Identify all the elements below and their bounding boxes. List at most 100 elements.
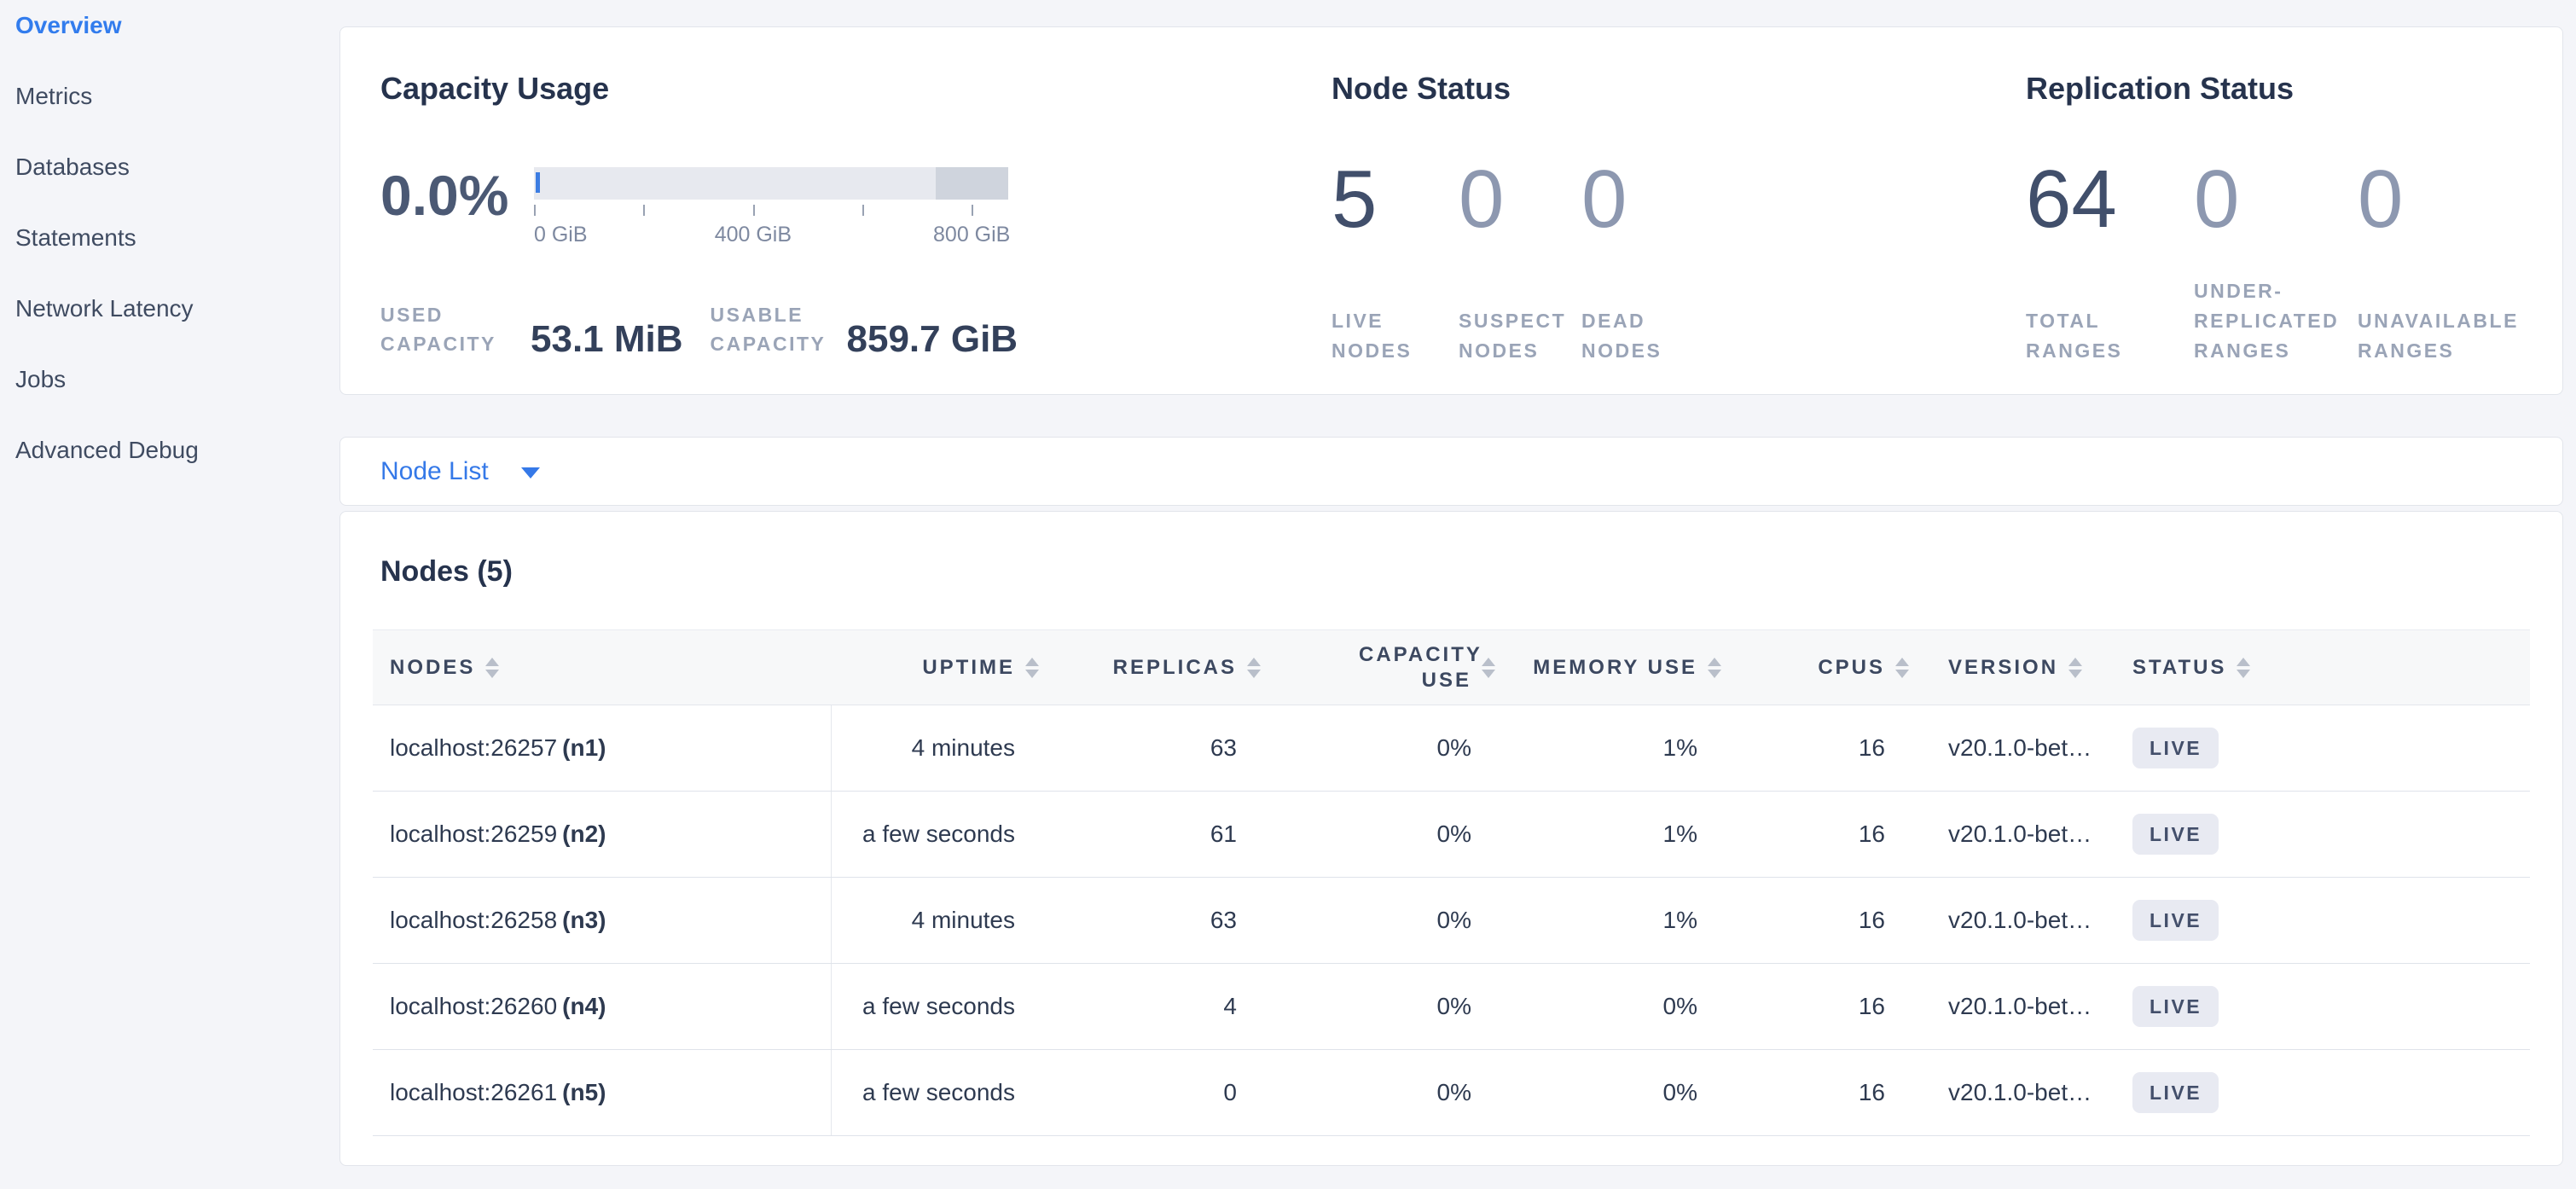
version-cell: v20.1.0-bet… bbox=[1919, 964, 2107, 1050]
unavailable-ranges-label: UNAVAILABLE RANGES bbox=[2358, 306, 2528, 368]
table-row-node-3[interactable]: localhost:26258(n3) 4 minutes 63 0% 1% 1… bbox=[373, 878, 2530, 964]
node-address-cell[interactable]: localhost:26260(n4) bbox=[373, 964, 831, 1050]
spacer-cell bbox=[2269, 878, 2530, 964]
node-list-selector-card: Node List bbox=[339, 437, 2563, 506]
capacity-use-cell: 0% bbox=[1271, 792, 1506, 878]
sidebar-item-jobs[interactable]: Jobs bbox=[15, 366, 339, 393]
capacity-use-cell: 0% bbox=[1271, 705, 1506, 792]
replication-status-title: Replication Status bbox=[2026, 70, 2528, 107]
node-address-cell[interactable]: localhost:26258(n3) bbox=[373, 878, 831, 964]
node-address-cell[interactable]: localhost:26259(n2) bbox=[373, 792, 831, 878]
spacer-cell bbox=[2269, 792, 2530, 878]
node-list-dropdown-label: Node List bbox=[380, 457, 489, 486]
sidebar-item-databases[interactable]: Databases bbox=[15, 154, 339, 181]
spacer-cell bbox=[2269, 964, 2530, 1050]
sort-arrows-icon bbox=[485, 658, 499, 678]
column-header-version[interactable]: VERSION bbox=[1919, 630, 2107, 705]
node-address: localhost:26260 bbox=[390, 993, 557, 1019]
usable-capacity-label: USABLE CAPACITY bbox=[711, 300, 832, 358]
nodes-section-title: Nodes (5) bbox=[373, 553, 2530, 590]
capacity-usage-title: Capacity Usage bbox=[380, 70, 1332, 107]
used-capacity-value: 53.1 MiB bbox=[531, 321, 683, 358]
used-capacity-label: USED CAPACITY bbox=[380, 300, 502, 358]
column-header-cpus[interactable]: CPUS bbox=[1732, 630, 1919, 705]
caret-down-icon bbox=[521, 467, 540, 478]
sidebar-item-statements[interactable]: Statements bbox=[15, 224, 339, 252]
live-nodes-stat: 5 LIVE NODES bbox=[1332, 159, 1459, 368]
column-header-replicas[interactable]: REPLICAS bbox=[1049, 630, 1271, 705]
suspect-nodes-label: SUSPECT NODES bbox=[1459, 306, 1581, 368]
version-cell: v20.1.0-bet… bbox=[1919, 1050, 2107, 1136]
memory-use-cell: 0% bbox=[1506, 964, 1732, 1050]
capacity-usage-section: Capacity Usage 0.0% 0 GiB 40 bbox=[380, 70, 1332, 394]
column-header-memory-use[interactable]: MEMORY USE bbox=[1506, 630, 1732, 705]
table-row-node-2[interactable]: localhost:26259(n2) a few seconds 61 0% … bbox=[373, 792, 2530, 878]
spacer-cell bbox=[2269, 705, 2530, 792]
column-label: MEMORY USE bbox=[1533, 656, 1697, 680]
memory-use-cell: 1% bbox=[1506, 792, 1732, 878]
capacity-stats: USED CAPACITY 53.1 MiB USABLE CAPACITY 8… bbox=[380, 300, 1332, 358]
total-ranges-label: TOTAL RANGES bbox=[2026, 306, 2194, 368]
column-label: VERSION bbox=[1948, 656, 2058, 680]
node-list-dropdown[interactable]: Node List bbox=[380, 457, 540, 486]
column-header-status[interactable]: STATUS bbox=[2107, 630, 2269, 705]
table-row-node-5[interactable]: localhost:26261(n5) a few seconds 0 0% 0… bbox=[373, 1050, 2530, 1136]
column-label: CAPACITY USE bbox=[1359, 642, 1471, 693]
axis-tick bbox=[534, 205, 536, 216]
column-header-nodes[interactable]: NODES bbox=[373, 630, 831, 705]
node-status-section: Node Status 5 LIVE NODES 0 SUSPECT NODES… bbox=[1332, 70, 2026, 394]
replicas-cell: 4 bbox=[1049, 964, 1271, 1050]
sidebar-item-advanced-debug[interactable]: Advanced Debug bbox=[15, 437, 339, 464]
node-address-cell[interactable]: localhost:26257(n1) bbox=[373, 705, 831, 792]
sidebar-item-metrics[interactable]: Metrics bbox=[15, 83, 339, 110]
status-cell: LIVE bbox=[2107, 705, 2269, 792]
uptime-cell: 4 minutes bbox=[831, 878, 1049, 964]
uptime-cell: a few seconds bbox=[831, 792, 1049, 878]
capacity-percent: 0.0% bbox=[380, 167, 534, 247]
column-label: NODES bbox=[390, 656, 475, 680]
table-row-node-1[interactable]: localhost:26257(n1) 4 minutes 63 0% 1% 1… bbox=[373, 705, 2530, 792]
version-cell: v20.1.0-bet… bbox=[1919, 705, 2107, 792]
column-label: UPTIME bbox=[922, 656, 1015, 680]
status-badge: LIVE bbox=[2132, 728, 2219, 768]
sidebar-nav-list: Overview Metrics Databases Statements Ne… bbox=[15, 12, 339, 464]
column-header-capacity-use[interactable]: CAPACITY USE bbox=[1271, 630, 1506, 705]
cpus-cell: 16 bbox=[1732, 964, 1919, 1050]
node-address: localhost:26259 bbox=[390, 821, 557, 847]
capacity-bar-reserved-segment bbox=[936, 167, 1008, 200]
column-label: STATUS bbox=[2132, 656, 2226, 680]
cpus-cell: 16 bbox=[1732, 878, 1919, 964]
total-ranges-value: 64 bbox=[2026, 159, 2194, 241]
capacity-bar-used-marker bbox=[536, 172, 540, 193]
sidebar-item-network-latency[interactable]: Network Latency bbox=[15, 295, 339, 322]
axis-tick bbox=[753, 205, 755, 216]
axis-label-400: 400 GiB bbox=[715, 223, 792, 247]
memory-use-cell: 1% bbox=[1506, 705, 1732, 792]
usable-capacity-stat: USABLE CAPACITY 859.7 GiB bbox=[711, 300, 1018, 358]
table-row-node-4[interactable]: localhost:26260(n4) a few seconds 4 0% 0… bbox=[373, 964, 2530, 1050]
sidebar-item-overview[interactable]: Overview bbox=[15, 12, 339, 39]
spacer-cell bbox=[2269, 1050, 2530, 1136]
node-address-cell[interactable]: localhost:26261(n5) bbox=[373, 1050, 831, 1136]
capacity-bar bbox=[534, 167, 1008, 200]
capacity-use-cell: 0% bbox=[1271, 1050, 1506, 1136]
table-header-row: NODES UPTIME REPLICAS CAPACITY USE bbox=[373, 630, 2530, 705]
axis-tick bbox=[643, 205, 645, 216]
status-badge: LIVE bbox=[2132, 814, 2219, 855]
memory-use-cell: 1% bbox=[1506, 878, 1732, 964]
sort-arrows-icon bbox=[2068, 658, 2082, 678]
under-replicated-ranges-value: 0 bbox=[2194, 159, 2358, 241]
under-replicated-ranges-label: UNDER-REPLICATED RANGES bbox=[2194, 276, 2358, 368]
node-address: localhost:26257 bbox=[390, 734, 557, 761]
status-badge: LIVE bbox=[2132, 986, 2219, 1027]
version-cell: v20.1.0-bet… bbox=[1919, 878, 2107, 964]
replication-status-stats: 64 TOTAL RANGES 0 UNDER-REPLICATED RANGE… bbox=[2026, 159, 2528, 368]
under-replicated-ranges-stat: 0 UNDER-REPLICATED RANGES bbox=[2194, 159, 2358, 368]
sidebar: Overview Metrics Databases Statements Ne… bbox=[0, 0, 339, 1189]
replication-status-section: Replication Status 64 TOTAL RANGES 0 UND… bbox=[2026, 70, 2528, 394]
axis-tick bbox=[972, 205, 973, 216]
sort-arrows-icon bbox=[1482, 658, 1495, 678]
live-nodes-value: 5 bbox=[1332, 159, 1459, 241]
cpus-cell: 16 bbox=[1732, 1050, 1919, 1136]
column-header-uptime[interactable]: UPTIME bbox=[831, 630, 1049, 705]
